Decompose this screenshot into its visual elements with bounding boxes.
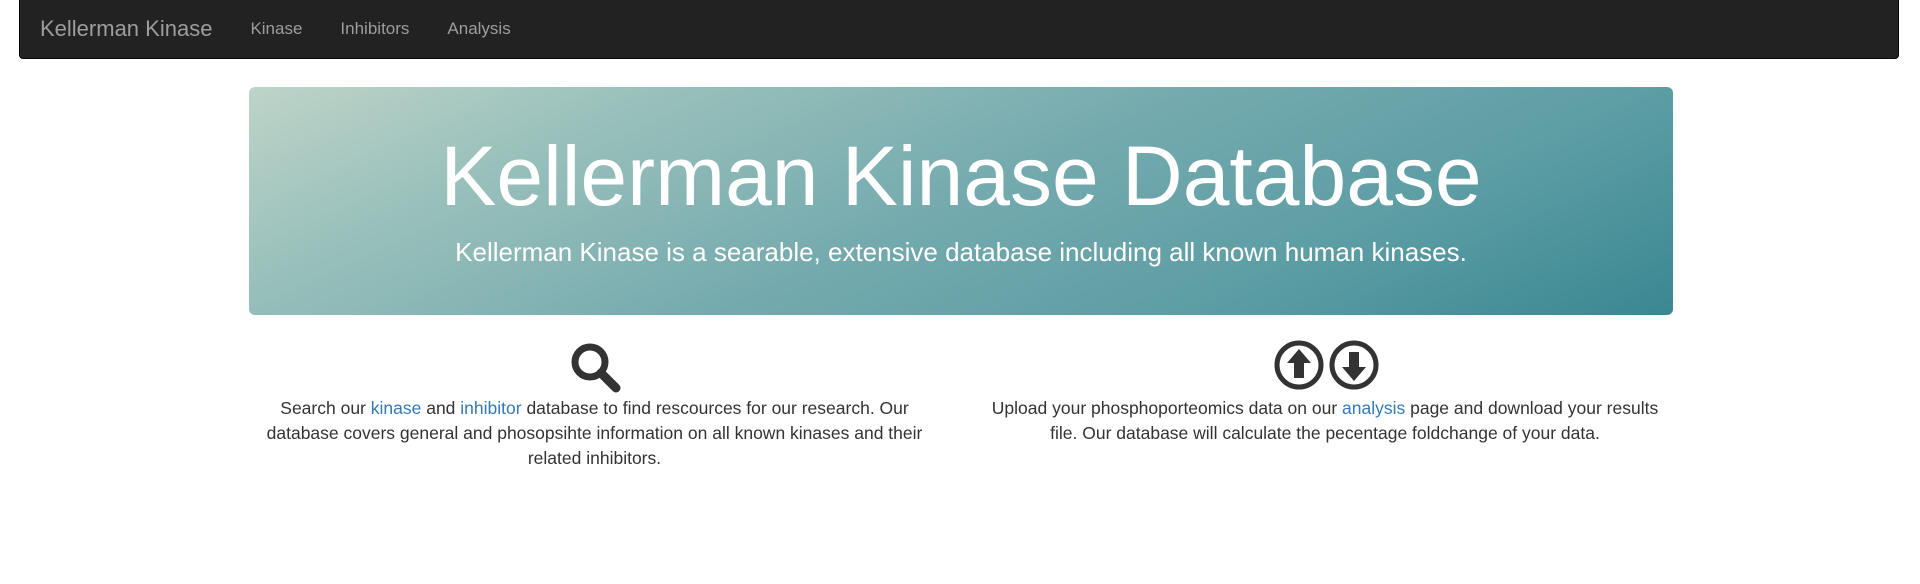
navbar: Kellerman Kinase Kinase Inhibitors Analy… [19, 0, 1899, 59]
feature-analysis-text: Upload your phosphoporteomics data on ou… [985, 396, 1665, 446]
analysis-link[interactable]: analysis [1342, 398, 1405, 418]
nav-item-kinase[interactable]: Kinase [231, 19, 321, 39]
feature-search-text-part: Search our [280, 398, 371, 418]
jumbotron: Kellerman Kinase Database Kellerman Kina… [249, 87, 1673, 315]
feature-analysis-text-part: Upload your phosphoporteomics data on ou… [991, 398, 1343, 418]
feature-search-text-part: and [421, 398, 461, 418]
nav-item-analysis[interactable]: Analysis [428, 19, 529, 39]
nav-item-inhibitors[interactable]: Inhibitors [321, 19, 428, 39]
page-title: Kellerman Kinase Database [440, 129, 1482, 223]
navbar-brand[interactable]: Kellerman Kinase [40, 16, 212, 42]
inhibitor-link[interactable]: inhibitor [460, 398, 521, 418]
kinase-link[interactable]: kinase [371, 398, 422, 418]
feature-search: Search our kinase and inhibitor database… [257, 336, 932, 471]
feature-analysis: Upload your phosphoporteomics data on ou… [985, 336, 1665, 446]
feature-search-text: Search our kinase and inhibitor database… [257, 396, 932, 471]
page-subtitle: Kellerman Kinase is a searable, extensiv… [455, 237, 1467, 267]
